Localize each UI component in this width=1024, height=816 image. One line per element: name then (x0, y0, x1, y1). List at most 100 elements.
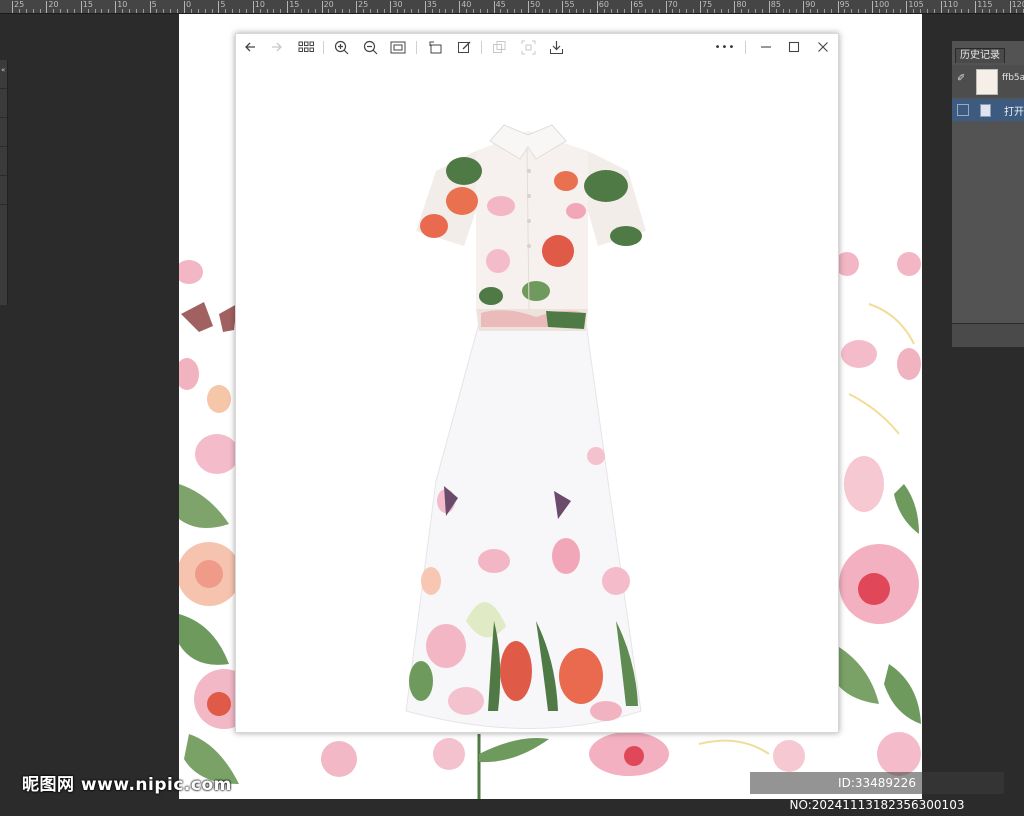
ruler-minor-tick (644, 9, 646, 13)
ruler-minor-tick (273, 9, 275, 13)
grid-icon (298, 41, 314, 52)
tool-cell[interactable] (0, 89, 7, 118)
ruler-minor-tick (94, 9, 96, 13)
ruler-minor-tick (170, 9, 172, 13)
close-button[interactable] (813, 38, 833, 56)
ruler-minor-tick (25, 9, 27, 13)
back-button[interactable] (240, 38, 260, 56)
ruler-minor-tick (383, 9, 385, 13)
ruler-minor-tick (755, 9, 757, 13)
ruler-minor-tick (431, 9, 433, 13)
ruler-label: 115 (977, 0, 993, 9)
tool-cell[interactable] (0, 60, 7, 89)
fit-window-button[interactable] (388, 38, 408, 56)
tool-cell[interactable] (0, 176, 7, 205)
tool-cell[interactable] (0, 147, 7, 176)
ruler-minor-tick (108, 9, 110, 13)
maximize-button[interactable] (784, 38, 804, 56)
image-viewer-window[interactable]: ••• (235, 33, 839, 733)
left-toolbar-edge[interactable]: « (0, 60, 8, 305)
document-icon (980, 104, 991, 117)
ruler-major-tick (218, 1, 220, 13)
ruler-minor-tick (239, 9, 241, 13)
ruler-minor-tick (693, 9, 695, 13)
ruler-label: 120 (1011, 0, 1024, 9)
ruler-major-tick (528, 1, 529, 13)
history-source-checkbox[interactable] (957, 104, 969, 116)
copy-button[interactable] (489, 38, 509, 56)
ruler-major-tick (287, 1, 289, 13)
history-panel[interactable]: 历史记录 ✐ ffb5a 打开 (952, 40, 1024, 347)
ruler-minor-tick (369, 9, 371, 13)
ruler-minor-tick (190, 9, 192, 13)
ruler-major-tick (837, 1, 839, 13)
ruler-minor-tick (706, 9, 708, 13)
ruler-major-tick (803, 1, 805, 13)
zoom-in-button[interactable] (331, 38, 351, 56)
ruler-minor-tick (18, 9, 20, 13)
ruler-minor-tick (445, 9, 447, 13)
ruler-minor-tick (954, 9, 956, 13)
ruler-major-tick (493, 1, 495, 13)
ruler-label: 110 (942, 0, 959, 9)
ruler-minor-tick (142, 9, 144, 13)
tool-cell[interactable] (0, 118, 7, 147)
ruler-minor-tick (617, 9, 619, 13)
ruler-minor-tick (376, 9, 378, 13)
ruler-major-tick (424, 1, 426, 13)
top-ruler[interactable]: 25 20 15 10 5 0 5 10 15 20 25 30 35 40 45 50 55 60 65 70 75 8… (0, 0, 1024, 14)
ruler-major-tick (700, 1, 701, 13)
ruler-minor-tick (1016, 9, 1018, 13)
ruler-minor-tick (555, 9, 557, 13)
ruler-minor-tick (968, 9, 970, 13)
ruler-minor-tick (452, 9, 454, 13)
ruler-minor-tick (583, 9, 585, 13)
ruler-major-tick (596, 1, 598, 13)
ruler-minor-tick (796, 9, 798, 13)
ruler-minor-tick (500, 9, 502, 13)
ruler-minor-tick (727, 9, 729, 13)
ruler-minor-tick (328, 9, 330, 13)
ruler-minor-tick (961, 9, 963, 13)
history-panel-footer (952, 323, 1024, 347)
ruler-minor-tick (720, 9, 722, 13)
ruler-minor-tick (878, 9, 880, 13)
ruler-major-tick (149, 1, 151, 13)
ruler-minor-tick (135, 9, 137, 13)
ruler-minor-tick (177, 9, 179, 13)
toolbar-separator (416, 41, 417, 54)
ruler-minor-tick (748, 9, 750, 13)
toolbar-separator (323, 41, 324, 54)
ruler-minor-tick (417, 9, 419, 13)
download-icon (549, 40, 563, 54)
minimize-button[interactable] (756, 38, 776, 56)
watermark-brand: 昵图网 www.nipic.com (22, 775, 232, 795)
save-button[interactable] (546, 38, 566, 56)
scan-button[interactable] (518, 38, 538, 56)
rotate-button[interactable] (425, 38, 445, 56)
ruler-minor-tick (844, 9, 846, 13)
ruler-minor-tick (658, 9, 660, 13)
edit-button[interactable] (454, 38, 474, 56)
collapse-arrow-icon[interactable]: « (1, 66, 5, 74)
ruler-minor-tick (87, 9, 89, 13)
maximize-icon (788, 41, 800, 53)
forward-button[interactable] (267, 38, 287, 56)
zoom-out-button[interactable] (360, 38, 380, 56)
ruler-minor-tick (589, 9, 591, 13)
ruler-major-tick (665, 1, 667, 13)
history-snapshot-row[interactable]: ✐ ffb5a (952, 65, 1024, 97)
more-button[interactable]: ••• (713, 38, 737, 56)
ruler-minor-tick (225, 9, 227, 13)
history-brush-icon[interactable]: ✐ (957, 73, 965, 84)
history-step-open[interactable]: 打开 (952, 99, 1024, 121)
ruler-minor-tick (548, 9, 550, 13)
history-step-label: 打开 (1004, 107, 1024, 118)
viewer-toolbar: ••• (236, 34, 838, 61)
ruler-minor-tick (507, 9, 509, 13)
ruler-major-tick (562, 1, 564, 13)
ruler-minor-tick (67, 9, 69, 13)
grid-view-button[interactable] (296, 38, 316, 56)
history-tab[interactable]: 历史记录 (955, 48, 1005, 63)
edit-icon (457, 41, 470, 53)
